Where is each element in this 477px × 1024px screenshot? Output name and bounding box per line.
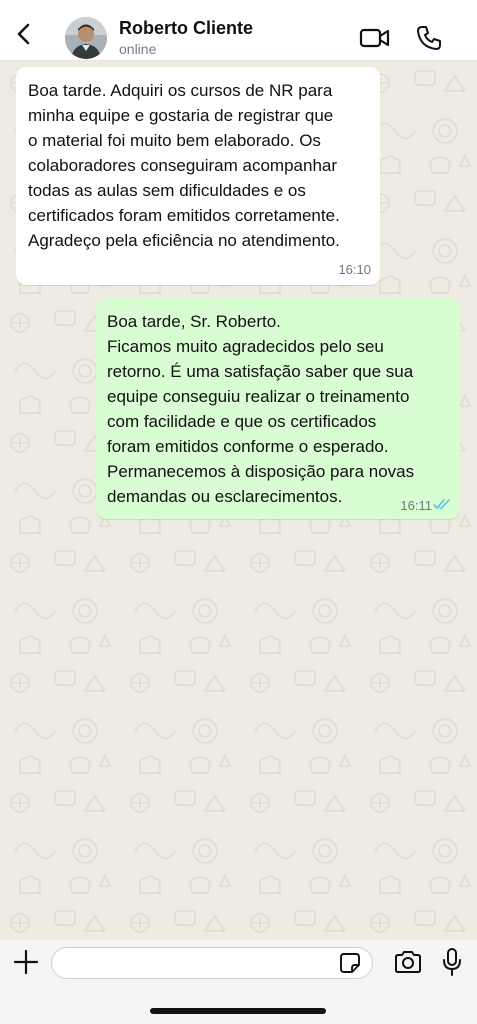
avatar-photo-icon xyxy=(65,17,107,59)
message-input-bar xyxy=(0,940,477,1024)
sticker-icon[interactable] xyxy=(338,951,362,975)
chat-area[interactable]: Boa tarde. Adquiri os cursos de NR para … xyxy=(0,61,477,940)
microphone-icon[interactable] xyxy=(441,947,463,977)
chat-header: Roberto Cliente online xyxy=(0,0,477,61)
phone-icon[interactable] xyxy=(415,24,443,52)
video-camera-icon[interactable] xyxy=(358,24,392,52)
contact-name[interactable]: Roberto Cliente xyxy=(119,18,253,39)
message-text: Boa tarde, Sr. Roberto. Ficamos muito ag… xyxy=(107,312,415,506)
outgoing-message[interactable]: Boa tarde, Sr. Roberto. Ficamos muito ag… xyxy=(96,298,460,519)
chevron-left-icon[interactable] xyxy=(10,20,38,48)
message-input[interactable] xyxy=(51,947,373,979)
message-time: 16:11 xyxy=(400,498,432,513)
camera-icon[interactable] xyxy=(393,948,423,976)
home-indicator xyxy=(150,1008,326,1014)
message-text: Boa tarde. Adquiri os cursos de NR para … xyxy=(28,81,340,250)
plus-icon[interactable] xyxy=(12,948,40,976)
incoming-message[interactable]: Boa tarde. Adquiri os cursos de NR para … xyxy=(16,67,380,285)
message-time: 16:10 xyxy=(338,262,371,277)
contact-status: online xyxy=(119,41,157,57)
double-check-icon xyxy=(433,499,450,510)
avatar[interactable] xyxy=(65,17,107,59)
